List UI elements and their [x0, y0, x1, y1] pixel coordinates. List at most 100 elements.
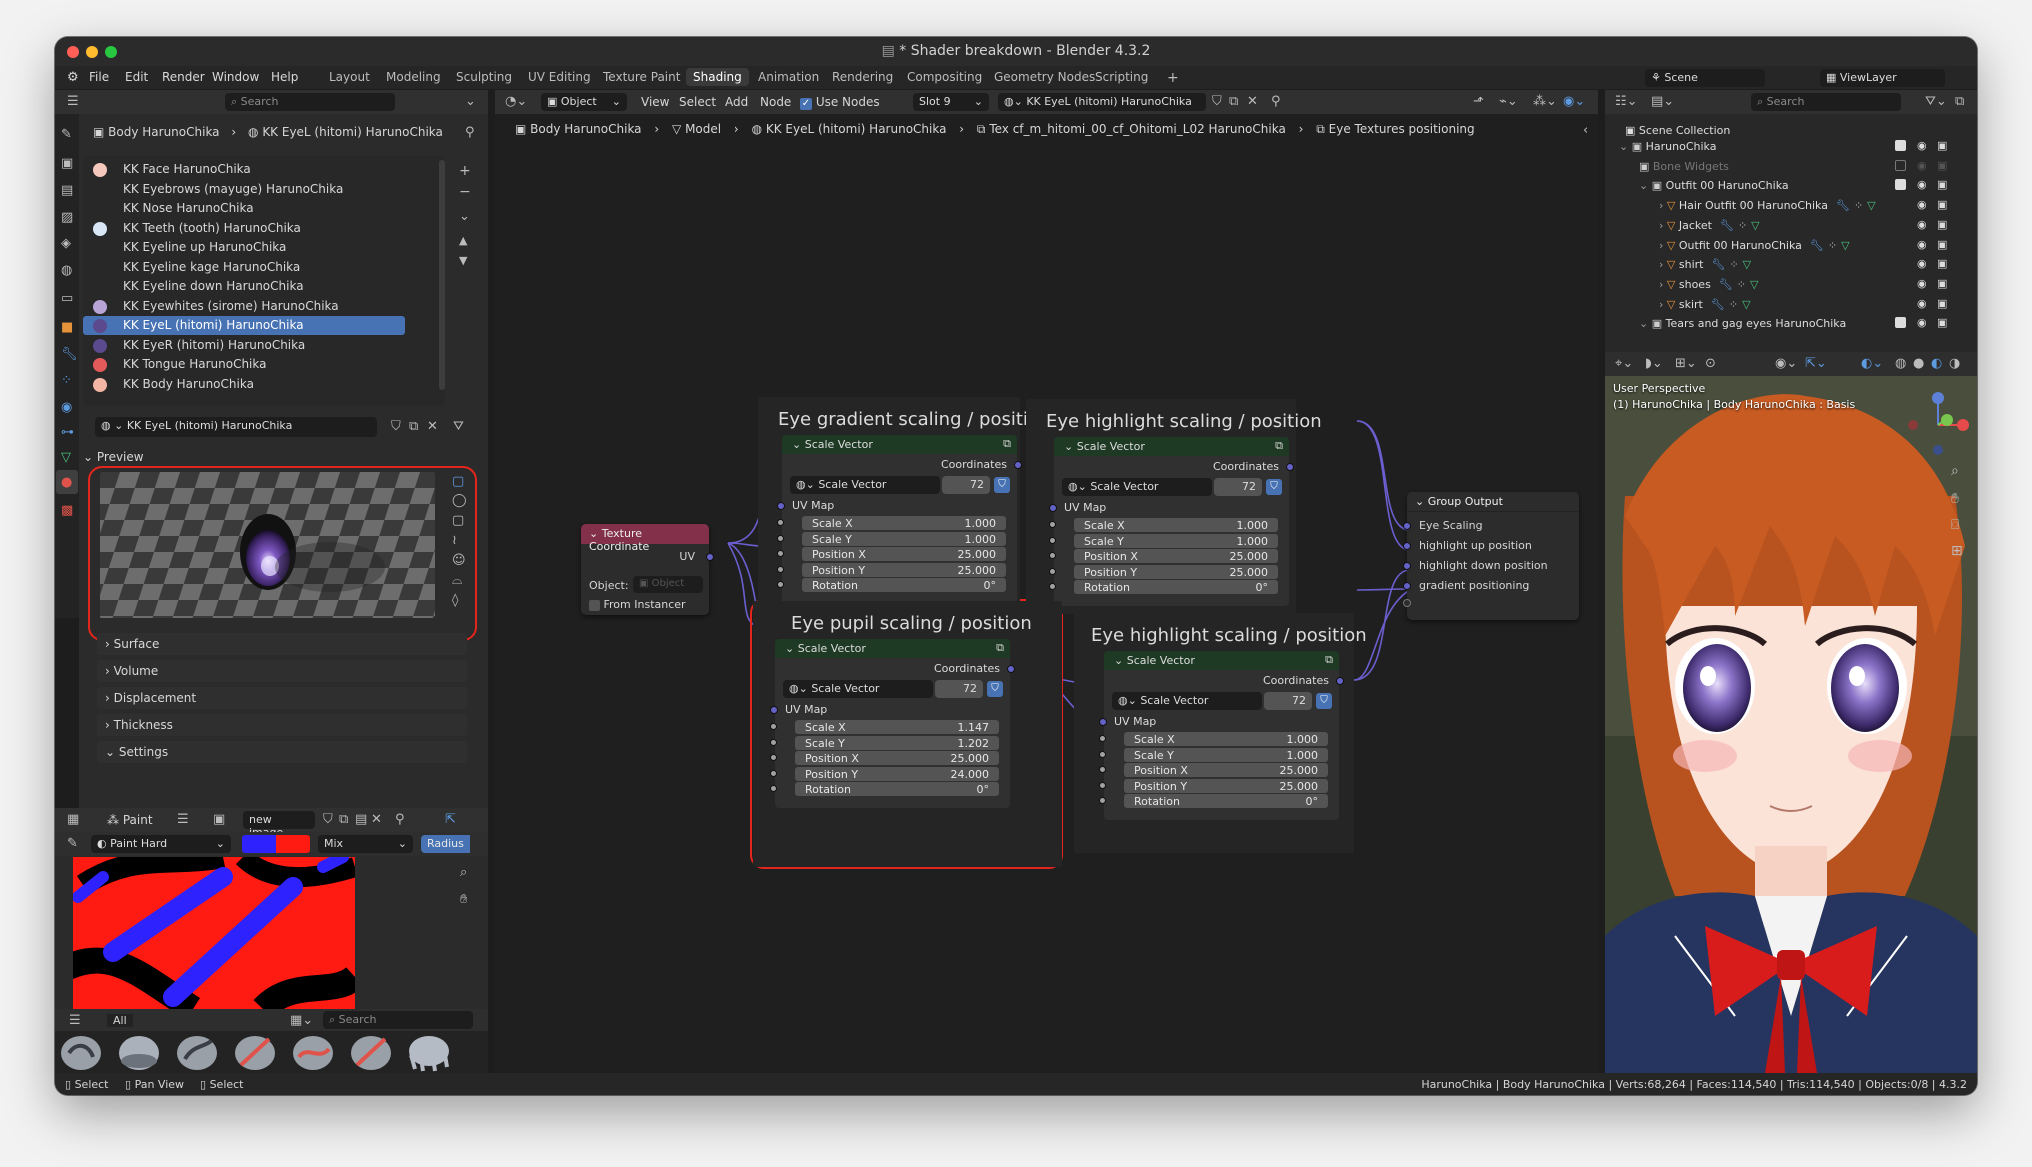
scale-vector-node[interactable]: ⌄ Scale Vector ⧉ Coordinates ◍⌄ Scale Vecto… [777, 435, 1022, 604]
fake-user-icon[interactable]: ⛉ [323, 813, 333, 826]
value-slider[interactable]: Position X 25.000 [1124, 763, 1328, 777]
flat-preview-icon[interactable]: ▢ [452, 475, 464, 488]
duplicate-icon[interactable]: ⧉ [339, 813, 348, 826]
secondary-color-swatch[interactable] [276, 835, 310, 853]
image-browse-icon[interactable]: ▣ [213, 813, 225, 826]
outliner-row[interactable]: › ▽ shoes 🔧︎ ⁘ ▽ ◉ ▣ [1659, 277, 1947, 291]
hair-preview-icon[interactable]: ≀ [452, 534, 457, 547]
uv-output-socket[interactable] [706, 553, 714, 561]
object-mode-icon[interactable]: ◗⌄ [1645, 357, 1663, 370]
view-layer-tab-icon[interactable]: ▨ [61, 211, 73, 224]
value-input-socket[interactable] [1049, 583, 1056, 590]
3d-viewport[interactable]: ⌖⌄ ◗⌄ ⊞⌄ ⊙ ◉⌄ ⇱⌄ ◐⌄ ◍ ● ◐ ◑ User Perspec… [1605, 352, 1977, 1073]
value-input-socket[interactable] [770, 785, 777, 792]
value-slider[interactable]: Scale Y 1.000 [1124, 747, 1328, 762]
material-slot-item[interactable]: KK EyeR (hitomi) HarunoChika [83, 336, 405, 355]
render-tab-icon[interactable]: ▣ [61, 157, 73, 170]
cloth-preview-icon[interactable]: ⌓ [452, 574, 462, 587]
value-input-socket[interactable] [1049, 536, 1056, 544]
brush-thumbnail-6[interactable] [351, 1036, 391, 1070]
tab-sculpting[interactable]: Sculpting [449, 68, 519, 86]
add-workspace-icon[interactable]: + [1160, 68, 1186, 88]
brush-tool-icon[interactable]: ✎ [67, 837, 78, 850]
user-count-field[interactable]: 72 [1214, 478, 1262, 496]
pin-icon[interactable]: ⚲ [465, 126, 475, 139]
value-slider[interactable]: Position X 25.000 [802, 547, 1006, 561]
node-group-selector[interactable]: ◍⌄ Scale Vector [790, 476, 940, 494]
coordinates-output-socket[interactable] [1336, 677, 1344, 685]
value-slider[interactable]: Rotation 0° [795, 782, 999, 796]
scene-selector[interactable]: ⚘ Scene [1645, 69, 1765, 87]
value-input-socket[interactable] [1099, 750, 1106, 758]
visibility-icon[interactable]: ◉⌄ [1775, 357, 1797, 370]
tab-geometry-nodes[interactable]: Geometry Nodes [987, 68, 1102, 86]
value-input-socket[interactable] [770, 769, 777, 777]
material-slot-item[interactable]: KK Body HarunoChika [83, 375, 405, 394]
object-tab-icon[interactable]: ■ [61, 321, 73, 334]
value-input-socket[interactable] [1049, 552, 1056, 559]
camera-render-icon[interactable]: ▣ [1937, 257, 1947, 270]
value-slider[interactable]: Position Y 25.000 [802, 562, 1006, 577]
transform-orientation-icon[interactable]: ⊞⌄ [1675, 357, 1697, 370]
tab-uv-editing[interactable]: UV Editing [521, 68, 598, 86]
navigation-gizmo[interactable] [1905, 392, 1971, 458]
eye-visibility-icon[interactable]: ◉ [1917, 277, 1927, 290]
outliner-row[interactable]: › ▽ Hair Outfit 00 HarunoChika 🔧︎ ⁘ ▽ ◉ ▣ [1659, 198, 1947, 212]
move-down-icon[interactable]: ▼ [459, 255, 467, 266]
value-slider[interactable]: Position X 25.000 [1074, 549, 1278, 563]
value-slider[interactable]: Scale X 1.147 [795, 720, 999, 734]
user-count-field[interactable]: 72 [942, 476, 990, 494]
physics-tab-icon[interactable]: ◉ [61, 401, 72, 414]
value-input-socket[interactable] [777, 534, 784, 542]
sphere-preview-icon[interactable]: ◯ [452, 494, 467, 507]
gizmo-icon[interactable]: ⇱⌄ [1805, 357, 1827, 370]
material-shading-icon[interactable]: ◐ [1931, 357, 1942, 370]
material-slot-item[interactable]: KK Eyeline down HarunoChika [83, 277, 405, 296]
value-input-socket[interactable] [1049, 567, 1056, 575]
value-slider[interactable]: Rotation 0° [1124, 794, 1328, 808]
tab-modeling[interactable]: Modeling [379, 68, 448, 86]
fake-user-shield-icon[interactable]: ⛉ [987, 681, 1003, 697]
value-slider[interactable]: Rotation 0° [802, 578, 1006, 592]
material-slot-item[interactable]: KK Eyeline kage HarunoChika [83, 258, 405, 277]
scene-tab-icon[interactable]: ◈ [61, 237, 71, 250]
outliner-row[interactable]: ▣ Bone Widgets ◉ ▣ [1639, 159, 1947, 173]
section-settings[interactable]: ⌄ Settings [97, 741, 467, 763]
value-slider[interactable]: Scale Y 1.202 [795, 735, 999, 750]
user-count-field[interactable]: 72 [935, 680, 983, 698]
pivot-icon[interactable]: ⊙ [1705, 357, 1716, 370]
value-input-socket[interactable] [1099, 735, 1106, 742]
exclude-checkbox[interactable] [1895, 140, 1906, 151]
monkey-preview-icon[interactable]: ☺ [452, 554, 466, 567]
group-output-input-socket[interactable] [1403, 542, 1411, 550]
value-slider[interactable]: Scale X 1.000 [1124, 732, 1328, 746]
object-picker[interactable]: ▣ Object [633, 576, 703, 593]
scale-vector-node[interactable]: ⌄ Scale Vector ⧉ Coordinates ◍⌄ Scale Vecto… [770, 639, 1015, 808]
display-mode-icon[interactable]: ▤⌄ [1651, 95, 1674, 108]
material-slot-item[interactable]: KK EyeL (hitomi) HarunoChika [83, 316, 405, 335]
value-input-socket[interactable] [770, 723, 777, 730]
remove-slot-icon[interactable]: − [459, 185, 471, 199]
uv-map-input-socket[interactable] [1099, 718, 1107, 726]
close-window-button[interactable] [67, 46, 79, 58]
material-slot-item[interactable]: KK Teeth (tooth) HarunoChika [83, 219, 405, 238]
coordinates-output-socket[interactable] [1014, 461, 1022, 469]
material-slot-item[interactable]: KK Eyeline up HarunoChika [83, 238, 405, 257]
menu-window[interactable]: Window [212, 70, 259, 84]
tab-compositing[interactable]: Compositing [900, 68, 989, 86]
hand-pan-icon[interactable]: ✋︎ [460, 893, 467, 906]
data-tab-icon[interactable]: ▽ [61, 451, 71, 464]
world-tab-icon[interactable]: ◍ [61, 264, 72, 277]
tool-tab-icon[interactable]: ✎ [61, 128, 72, 141]
value-slider[interactable]: Scale Y 1.000 [802, 531, 1006, 546]
node-group-selector[interactable]: ◍⌄ Scale Vector [1112, 692, 1262, 710]
fake-user-shield-icon[interactable]: ⛉ [1316, 693, 1332, 709]
outliner-row[interactable]: › ▽ Outfit 00 HarunoChika 🔧︎ ⁘ ▽ ◉ ▣ [1659, 238, 1947, 252]
wireframe-shading-icon[interactable]: ◍ [1895, 357, 1906, 370]
eye-visibility-icon[interactable]: ◉ [1917, 316, 1927, 329]
material-slot-item[interactable]: KK Nose HarunoChika [83, 199, 405, 218]
chevron-down-icon[interactable]: ⌄ [465, 95, 476, 108]
overlays-icon[interactable]: ◐⌄ [1861, 357, 1883, 370]
tab-scripting[interactable]: Scripting [1088, 68, 1155, 86]
mode-selector[interactable]: ⁂ Paint [107, 813, 153, 827]
